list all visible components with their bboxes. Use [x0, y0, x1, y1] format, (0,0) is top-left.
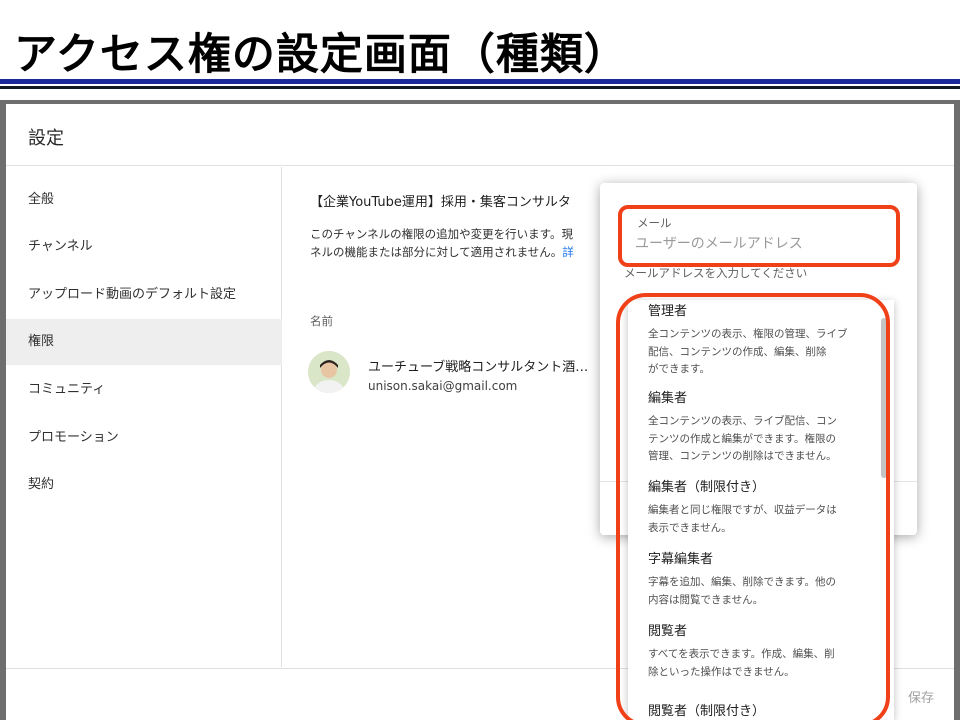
role-option-viewer-limited[interactable]: 閲覧者（制限付き） [648, 703, 848, 720]
sidebar-item-promotion[interactable]: プロモーション [6, 415, 282, 461]
column-header-name: 名前 [310, 314, 333, 328]
role-description: 全コンテンツの表示、ライブ配信、コン テンツの作成と編集ができます。権限の 管理… [648, 413, 848, 466]
user-row: ユーチューブ戦略コンサルタント酒… unison.sakai@gmail.com [308, 351, 608, 401]
description-text: ネルの機能または部分に対して適用されません。 [310, 245, 563, 259]
role-dropdown[interactable]: 管理者 全コンテンツの表示、権限の管理、ライブ 配信、コンテンツの作成、編集、削… [628, 300, 894, 720]
role-description-line: 全コンテンツの表示、権限の管理、ライブ [648, 328, 848, 340]
scrollbar[interactable] [881, 318, 887, 478]
role-description-line: 字幕を追加、編集、削除できます。他の [648, 576, 836, 588]
title-rule-dark [0, 86, 960, 89]
sidebar-item-community[interactable]: コミュニティ [6, 367, 282, 413]
avatar [308, 351, 350, 393]
save-button[interactable]: 保存 [908, 687, 934, 706]
role-description-line: ができます。 [648, 363, 710, 375]
role-description-line: 内容は閲覧できません。 [648, 593, 764, 606]
role-description-line: 配信、コンテンツの作成、編集、削除 [648, 345, 827, 358]
learn-more-link[interactable]: 詳 [562, 245, 574, 259]
role-description-line: 全コンテンツの表示、ライブ配信、コン [648, 415, 837, 427]
role-name: 管理者 [648, 304, 688, 319]
role-option-subtitle-editor[interactable]: 字幕編集者 字幕を追加、編集、削除できます。他の 内容は閲覧できません。 [648, 551, 848, 609]
email-helper-text: メールアドレスを入力してください [624, 266, 808, 280]
role-description: 編集者と同じ権限ですが、収益データは 表示できません。 [648, 502, 848, 537]
description-line: ネルの機能または部分に対して適用されません。詳 [310, 243, 610, 261]
sidebar-item-permissions[interactable]: 権限 [6, 319, 282, 365]
role-name: 閲覧者（制限付き） [648, 704, 766, 719]
dialog-title: 設定 [28, 128, 64, 149]
permissions-description: このチャンネルの権限の追加や変更を行います。現 ネルの機能または部分に対して適用… [310, 225, 610, 261]
role-name: 編集者（制限付き） [648, 480, 766, 495]
role-description-line: テンツの作成と編集ができます。権限の [648, 432, 836, 445]
role-option-editor-limited[interactable]: 編集者（制限付き） 編集者と同じ権限ですが、収益データは 表示できません。 [648, 479, 848, 537]
role-description-line: 編集者と同じ権限ですが、収益データは [648, 504, 837, 516]
sidebar-item-general[interactable]: 全般 [6, 177, 282, 223]
role-name: 編集者 [648, 391, 688, 406]
channel-title: 【企業YouTube運用】採用・集客コンサルタ [310, 195, 571, 210]
role-description: 全コンテンツの表示、権限の管理、ライブ 配信、コンテンツの作成、編集、削除 がで… [648, 326, 848, 379]
email-input[interactable] [635, 231, 881, 257]
description-line: このチャンネルの権限の追加や変更を行います。現 [310, 227, 574, 241]
user-email: unison.sakai@gmail.com [368, 379, 518, 393]
settings-sidebar: 全般 チャンネル アップロード動画のデフォルト設定 権限 コミュニティ プロモー… [6, 167, 282, 667]
sidebar-item-channel[interactable]: チャンネル [6, 224, 282, 270]
role-option-viewer[interactable]: 閲覧者 すべてを表示できます。作成、編集、削 除といった操作はできません。 [648, 623, 848, 681]
title-rule [0, 79, 960, 84]
email-field[interactable]: メール [623, 207, 893, 267]
dialog-header: 設定 [6, 104, 954, 166]
role-description-line: 除といった操作はできません。 [648, 665, 795, 678]
sidebar-item-agreements[interactable]: 契約 [6, 462, 282, 508]
role-name: 字幕編集者 [648, 552, 714, 567]
role-description-line: 管理、コンテンツの削除はできません。 [648, 450, 837, 462]
email-label: メール [637, 216, 672, 230]
role-description-line: すべてを表示できます。作成、編集、削 [648, 648, 835, 660]
role-option-admin[interactable]: 管理者 全コンテンツの表示、権限の管理、ライブ 配信、コンテンツの作成、編集、削… [648, 303, 848, 379]
role-description-line: 表示できません。 [648, 521, 732, 534]
role-option-editor[interactable]: 編集者 全コンテンツの表示、ライブ配信、コン テンツの作成と編集ができます。権限… [648, 390, 848, 466]
sidebar-item-upload-defaults[interactable]: アップロード動画のデフォルト設定 [6, 272, 282, 318]
role-description: 字幕を追加、編集、削除できます。他の 内容は閲覧できません。 [648, 574, 848, 609]
slide-title: アクセス権の設定画面（種類） [14, 30, 628, 80]
role-name: 閲覧者 [648, 624, 688, 639]
role-description: すべてを表示できます。作成、編集、削 除といった操作はできません。 [648, 646, 848, 681]
user-name: ユーチューブ戦略コンサルタント酒… [368, 360, 589, 375]
